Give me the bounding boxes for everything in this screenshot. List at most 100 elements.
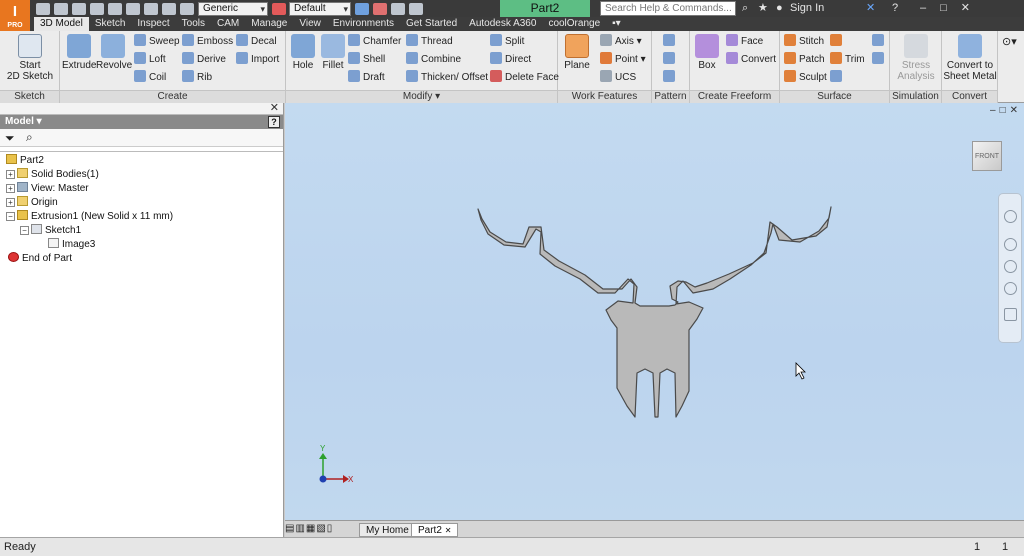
split-button[interactable]: Split (490, 34, 524, 50)
patch-button[interactable]: Patch (784, 52, 825, 68)
sculpt-button[interactable]: Sculpt (784, 70, 827, 86)
undo-icon[interactable] (90, 2, 104, 15)
fillet-button[interactable]: Fillet (318, 34, 348, 71)
binoculars-icon[interactable]: ⌕ (742, 0, 748, 17)
tab-tools[interactable]: Tools (176, 17, 211, 31)
start-2d-sketch-button[interactable]: Start 2D Sketch (6, 34, 54, 82)
tab-inspect[interactable]: Inspect (131, 17, 175, 31)
rect-pattern-button[interactable] (663, 34, 678, 50)
tree-node-part[interactable]: Part2 (6, 154, 44, 168)
trim-button[interactable]: Trim (830, 52, 865, 68)
update-icon[interactable] (144, 2, 158, 15)
face-button[interactable]: Face (726, 34, 763, 50)
browser-header[interactable]: Model ▾? (0, 115, 283, 129)
tab-cam[interactable]: CAM (211, 17, 245, 31)
decal-button[interactable]: Decal (236, 34, 277, 50)
graphics-viewport[interactable]: ‒□✕ FRONT Y X (285, 103, 1024, 520)
tab-my-home[interactable]: My Home (359, 523, 416, 537)
tree-node-origin[interactable]: + Origin (6, 196, 58, 210)
add-icon[interactable] (409, 2, 423, 15)
stitch-button[interactable]: Stitch (784, 34, 824, 50)
thicken-offset-button[interactable]: Thicken/ Offset (406, 70, 488, 86)
replace-face-button[interactable] (872, 34, 887, 50)
save-icon[interactable] (72, 2, 86, 15)
tab-autodesk-a360[interactable]: Autodesk A360 (463, 17, 542, 31)
tab-part2[interactable]: Part2 ✕ (411, 523, 459, 537)
extend-button[interactable] (830, 70, 845, 86)
convert-button[interactable]: Convert (726, 52, 776, 68)
adjust-icon[interactable] (355, 2, 369, 15)
filter-icon[interactable]: ⏷ (5, 131, 15, 146)
sign-in-link[interactable]: Sign In (790, 0, 824, 17)
derive-button[interactable]: Derive (182, 52, 226, 68)
tab-environments[interactable]: Environments (327, 17, 400, 31)
tab-3d-model[interactable]: 3D Model (34, 17, 89, 31)
draft-button[interactable]: Draft (348, 70, 385, 86)
loft-button[interactable]: Loft (134, 52, 166, 68)
exchange-icon[interactable]: ✕ (866, 0, 875, 17)
new-icon[interactable] (36, 2, 50, 15)
coil-button[interactable]: Coil (134, 70, 166, 86)
tree-node-view-master[interactable]: + View: Master (6, 182, 89, 196)
delete-face-button[interactable]: Delete Face (490, 70, 559, 86)
appearance-dropdown[interactable]: Generic (198, 1, 268, 16)
material-icon[interactable] (180, 2, 194, 15)
plane-button[interactable]: Plane (560, 34, 594, 71)
tab-view[interactable]: View (293, 17, 327, 31)
ucs-button[interactable]: UCS (600, 70, 636, 86)
chamfer-button[interactable]: Chamfer (348, 34, 401, 50)
axis-button[interactable]: Axis ▾ (600, 34, 642, 50)
collapse-icon[interactable]: − (6, 212, 15, 221)
convert-sheet-metal-button[interactable]: Convert to Sheet Metal (942, 34, 998, 82)
expand-icon[interactable]: + (6, 184, 15, 193)
tree-node-end-of-part[interactable]: End of Part (8, 252, 72, 266)
material-dropdown[interactable]: Default (289, 1, 351, 16)
tree-node-extrusion1[interactable]: − Extrusion1 (New Solid x 11 mm) (6, 210, 173, 224)
application-menu-button[interactable]: I PRO (0, 0, 30, 31)
clear-icon[interactable] (373, 2, 387, 15)
home-icon[interactable] (126, 2, 140, 15)
select-icon[interactable] (162, 2, 176, 15)
box-button[interactable]: Box (692, 34, 722, 71)
fx-icon[interactable] (391, 2, 405, 15)
tile-views-icon[interactable]: ▤▥▦▧▯ (285, 523, 333, 534)
emboss-button[interactable]: Emboss (182, 34, 233, 50)
circ-pattern-button[interactable] (663, 52, 678, 68)
help-icon[interactable]: ? (268, 116, 280, 128)
moose-head-part[interactable]: Y X (285, 103, 1024, 520)
tree-node-solid-bodies[interactable]: + Solid Bodies(1) (6, 168, 99, 182)
mirror-button[interactable] (663, 70, 678, 86)
find-icon[interactable]: ⌕ (26, 130, 33, 145)
expand-icon[interactable]: + (6, 170, 15, 179)
import-button[interactable]: Import (236, 52, 279, 68)
tab-more[interactable]: ▪▾ (606, 17, 627, 31)
extrude-button[interactable]: Extrude (62, 34, 96, 71)
ribbon-options-button[interactable]: ⊙▾ (1002, 34, 1017, 50)
close-icon[interactable]: ✕ (270, 101, 279, 114)
direct-button[interactable]: Direct (490, 52, 531, 68)
color-icon[interactable] (272, 2, 286, 15)
tree-node-image3[interactable]: Image3 (48, 238, 95, 252)
star-icon[interactable]: ★ (758, 0, 768, 17)
rib-button[interactable]: Rib (182, 70, 212, 86)
search-input[interactable]: Search Help & Commands... (600, 1, 736, 16)
tab-coolorange[interactable]: coolOrange (542, 17, 606, 31)
ruled-surface-button[interactable] (830, 34, 845, 50)
tab-get-started[interactable]: Get Started (400, 17, 463, 31)
revolve-button[interactable]: Revolve (96, 34, 132, 71)
user-icon[interactable]: ● (776, 0, 783, 17)
stress-analysis-button[interactable]: Stress Analysis (892, 34, 940, 82)
collapse-icon[interactable]: − (20, 226, 29, 235)
point-button[interactable]: Point ▾ (600, 52, 646, 68)
close-tab-icon[interactable]: ✕ (445, 526, 452, 535)
thread-button[interactable]: Thread (406, 34, 453, 50)
expand-icon[interactable]: + (6, 198, 15, 207)
combine-button[interactable]: Combine (406, 52, 461, 68)
hole-button[interactable]: Hole (288, 34, 318, 71)
open-icon[interactable] (54, 2, 68, 15)
redo-icon[interactable] (108, 2, 122, 15)
tree-node-sketch1[interactable]: − Sketch1 (20, 224, 81, 238)
help-icon[interactable]: ? (892, 0, 898, 17)
window-controls[interactable]: ‒□✕ (920, 0, 984, 17)
sweep-button[interactable]: Sweep (134, 34, 180, 50)
